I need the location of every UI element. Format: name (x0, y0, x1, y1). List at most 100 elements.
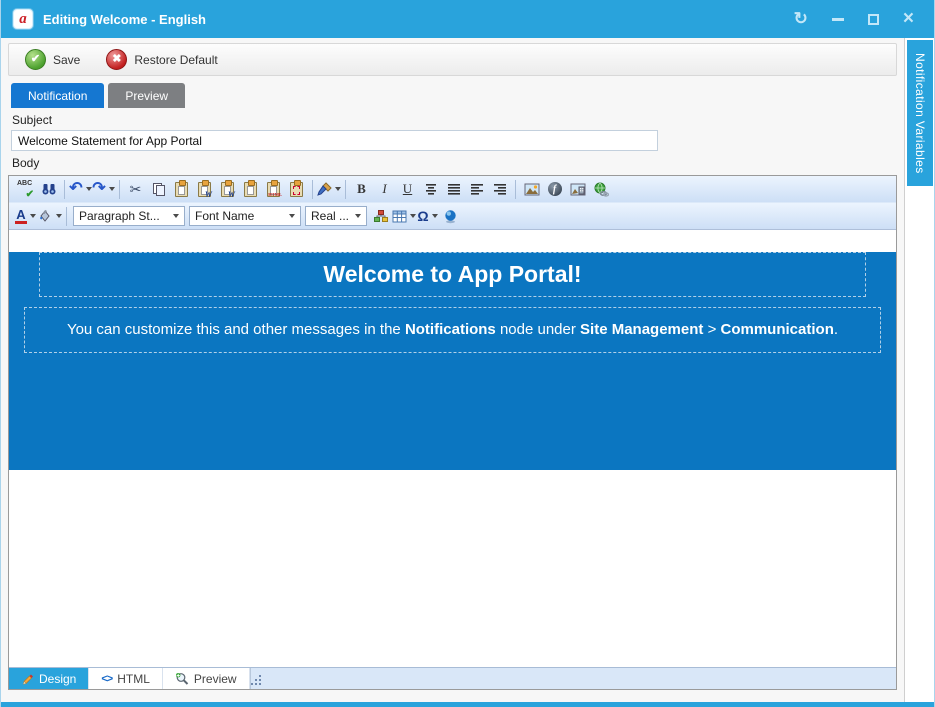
mode-tab-preview[interactable]: Preview (163, 668, 250, 689)
align-left-button[interactable] (465, 179, 488, 200)
toolbar-separator (119, 180, 120, 199)
align-right-icon (493, 183, 507, 195)
undo-icon: ↶ (69, 181, 82, 197)
restore-default-button[interactable]: ✖ Restore Default (106, 49, 217, 70)
mode-tab-preview-label: Preview (194, 672, 237, 686)
heading-text: Welcome to App Portal! (323, 261, 581, 288)
maximize-button[interactable] (868, 14, 879, 25)
chevron-down-icon (30, 214, 36, 218)
snippet-boxes-icon (373, 209, 389, 223)
editor-canvas[interactable]: Welcome to App Portal! You can customize… (9, 230, 896, 667)
subject-input[interactable] (11, 130, 658, 151)
align-center-button[interactable] (419, 179, 442, 200)
resize-grip[interactable] (251, 673, 263, 685)
message-part: You can customize this and other message… (67, 321, 405, 338)
hyperlink-button[interactable] (589, 179, 612, 200)
omega-icon: Ω (417, 208, 428, 224)
bold-button[interactable]: B (350, 179, 373, 200)
word-letter: W (205, 191, 212, 199)
paragraph-style-select[interactable]: Paragraph St... (73, 206, 185, 226)
align-left-icon (470, 183, 484, 195)
paste-as-html-icon: HTML (267, 182, 280, 197)
insert-table-button[interactable] (392, 206, 416, 227)
paste-page (178, 186, 185, 195)
chevron-down-icon (109, 187, 115, 191)
window-bottom-border (1, 702, 934, 707)
insert-symbol-button[interactable]: Ω (416, 206, 439, 227)
titlebar: a Editing Welcome - English ↻ × (1, 0, 934, 38)
find-replace-button[interactable] (37, 179, 60, 200)
paragraph-block[interactable]: You can customize this and other message… (24, 307, 881, 353)
paste-from-word-button[interactable]: W (193, 179, 216, 200)
save-button[interactable]: ✔ Save (25, 49, 80, 70)
background-color-button[interactable] (37, 206, 62, 227)
top-tab-strip: Notification Preview (11, 83, 904, 108)
format-painter-button[interactable] (317, 179, 341, 200)
mode-tab-design-label: Design (39, 672, 76, 686)
format-painter-icon (317, 182, 332, 197)
notification-variables-tab[interactable]: Notification Variables (907, 40, 933, 186)
justify-icon (447, 183, 461, 195)
underline-button[interactable]: U (396, 179, 419, 200)
save-label: Save (53, 53, 80, 67)
font-size-select[interactable]: Real ... (305, 206, 367, 226)
minimize-icon (832, 18, 844, 21)
font-color-button[interactable]: A (14, 206, 37, 227)
message-part: . (834, 321, 838, 338)
tab-notification[interactable]: Notification (11, 83, 104, 108)
spellcheck-icon: ABC ✔ (17, 181, 34, 197)
resize-dots-icon (251, 683, 253, 685)
message-part-bold: Communication (721, 321, 834, 338)
justify-button[interactable] (442, 179, 465, 200)
paste-from-word-clean-button[interactable]: W (216, 179, 239, 200)
mode-tab-design[interactable]: Design (9, 668, 89, 689)
mode-tab-html[interactable]: <> HTML (89, 668, 163, 689)
paste-from-word-icon: W (198, 182, 211, 197)
image-map-button[interactable] (566, 179, 589, 200)
body-label: Body (12, 156, 904, 170)
align-right-button[interactable] (488, 179, 511, 200)
toolbar-separator (64, 180, 65, 199)
paste-strip-format-button[interactable] (285, 179, 308, 200)
italic-icon: I (382, 181, 386, 197)
spellcheck-button[interactable]: ABC ✔ (14, 179, 37, 200)
redo-button[interactable]: ↷ (92, 179, 115, 200)
message-part: node under (496, 321, 580, 338)
bold-icon: B (357, 181, 366, 197)
binoculars-icon (41, 182, 57, 196)
undo-button[interactable]: ↶ (69, 179, 92, 200)
toolbar-separator (66, 207, 67, 226)
chevron-down-icon (335, 187, 341, 191)
chevron-down-icon (355, 214, 361, 218)
media-manager-button[interactable] (439, 206, 462, 227)
chevron-down-icon (86, 187, 92, 191)
paste-plain-text-button[interactable] (239, 179, 262, 200)
italic-button[interactable]: I (373, 179, 396, 200)
toolbar-separator (312, 180, 313, 199)
app-portal-logo-icon: a (13, 9, 33, 29)
font-size-value: Real ... (311, 209, 349, 223)
heading-block[interactable]: Welcome to App Portal! (39, 252, 866, 297)
restore-cross-icon: ✖ (106, 49, 127, 70)
image-map-icon (570, 183, 586, 196)
tab-preview[interactable]: Preview (108, 83, 185, 108)
paste-button[interactable] (170, 179, 193, 200)
copy-icon (152, 182, 166, 197)
chevron-down-icon (173, 214, 179, 218)
close-button[interactable]: × (903, 8, 914, 30)
insert-image-button[interactable] (520, 179, 543, 200)
font-color-icon: A (15, 208, 26, 225)
insert-snippet-button[interactable] (369, 206, 392, 227)
scissors-icon: ✂ (130, 181, 142, 198)
insert-flash-button[interactable]: f (543, 179, 566, 200)
copy-button[interactable] (147, 179, 170, 200)
html-letters: HTML (268, 193, 282, 198)
message-part-bold: Site Management (580, 321, 703, 338)
editor-toolbar-row-1: ABC ✔ ↶ (9, 176, 896, 203)
font-name-select[interactable]: Font Name (189, 206, 301, 226)
minimize-button[interactable] (832, 18, 844, 21)
paste-as-html-button[interactable]: HTML (262, 179, 285, 200)
cut-button[interactable]: ✂ (124, 179, 147, 200)
notification-variables-label: Notification Variables (913, 53, 927, 174)
refresh-icon[interactable]: ↻ (794, 9, 808, 29)
